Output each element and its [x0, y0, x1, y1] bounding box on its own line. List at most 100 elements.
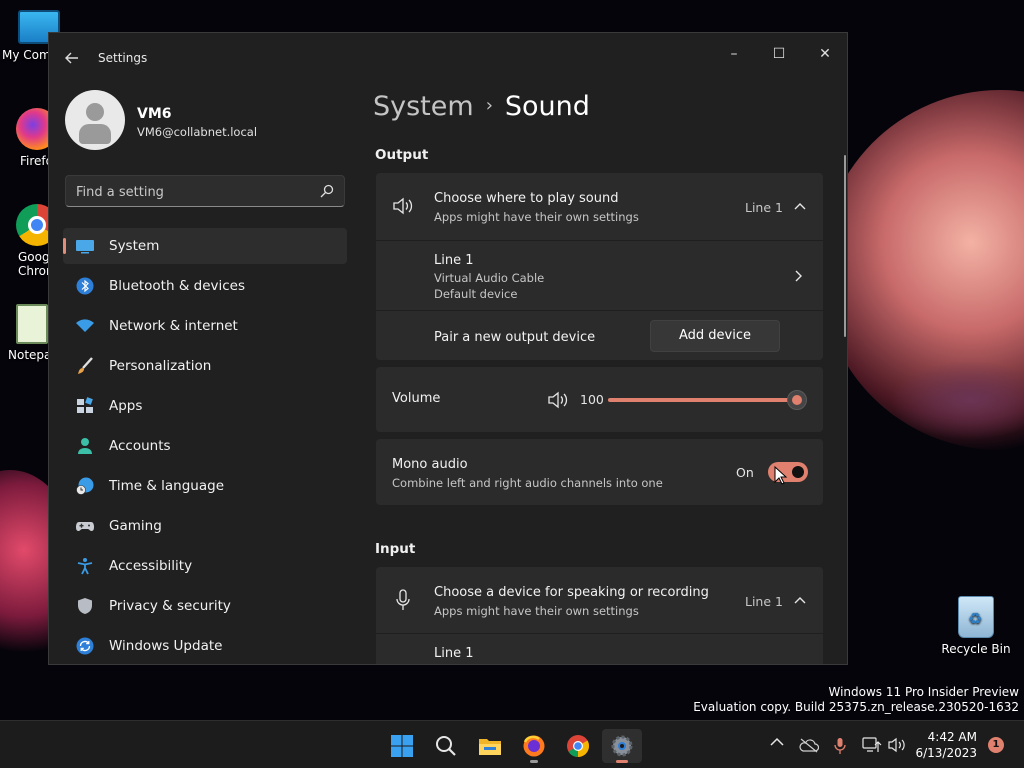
taskbar-file-explorer[interactable] [470, 729, 510, 763]
input-device-line1[interactable]: Line 1 [376, 634, 823, 664]
chevron-up-icon[interactable] [794, 202, 806, 210]
monitor-icon [76, 240, 94, 254]
mouse-cursor-icon [774, 466, 788, 485]
search-icon[interactable] [320, 184, 334, 198]
accessibility-icon [77, 558, 93, 575]
taskbar-firefox[interactable] [514, 729, 554, 763]
notification-badge[interactable]: 1 [988, 737, 1004, 753]
microphone-in-use-icon[interactable] [834, 737, 846, 755]
onedrive-offline-icon[interactable] [799, 737, 819, 753]
taskbar-search-button[interactable] [426, 729, 466, 763]
output-device-selector[interactable]: Choose where to play sound Apps might ha… [376, 173, 823, 240]
gear-icon [611, 735, 633, 757]
add-device-button[interactable]: Add device [650, 320, 780, 352]
volume-label: Volume [392, 391, 441, 406]
desktop-icon-recycle-bin[interactable]: ♻ Recycle Bin [940, 596, 1012, 656]
sidebar-item-label: Bluetooth & devices [109, 278, 246, 294]
running-indicator [530, 760, 538, 763]
sidebar-item-label: Accounts [109, 438, 171, 454]
toggle-knob [792, 466, 804, 478]
volume-value: 100 [580, 392, 604, 407]
input-section-title: Input [375, 541, 416, 557]
evaluation-watermark: Windows 11 Pro Insider Preview Evaluatio… [693, 685, 1019, 715]
chevron-right-icon: › [485, 95, 493, 116]
speaker-icon[interactable] [547, 391, 569, 409]
mono-audio-state: On [736, 465, 754, 480]
pair-output-label: Pair a new output device [434, 330, 596, 345]
maximize-icon: ☐ [772, 46, 786, 62]
sidebar-item-label: Time & language [109, 478, 225, 494]
input-device-selector[interactable]: Choose a device for speaking or recordin… [376, 567, 823, 633]
sidebar-item-label: Accessibility [109, 558, 193, 574]
sidebar-item-system[interactable]: System [63, 228, 347, 264]
wallpaper-bloom-shape [890, 360, 1024, 440]
start-button[interactable] [382, 729, 422, 763]
sidebar-item-label: Gaming [109, 518, 162, 534]
back-button[interactable] [61, 47, 83, 69]
active-indicator [616, 760, 628, 763]
taskbar-clock[interactable]: 4:42 AM 6/13/2023 [915, 729, 977, 761]
sidebar-item-label: Personalization [109, 358, 212, 374]
sidebar-item-personalization[interactable]: Personalization [63, 348, 347, 384]
clock-date: 6/13/2023 [915, 746, 977, 760]
maximize-button[interactable]: ☐ [756, 39, 802, 69]
volume-icon[interactable] [888, 737, 908, 753]
output-device-default: Default device [434, 287, 518, 301]
avatar-body-shape [79, 124, 111, 144]
input-choose-subtitle: Apps might have their own settings [434, 604, 639, 618]
watermark-line: Evaluation copy. Build 25375.zn_release.… [693, 700, 1019, 714]
firefox-icon [523, 735, 545, 757]
volume-card: Volume 100 [376, 367, 823, 432]
sidebar-item-label: Network & internet [109, 318, 238, 334]
notepad-icon [16, 304, 48, 344]
breadcrumb-parent[interactable]: System [373, 91, 474, 122]
breadcrumb: System › Sound [373, 91, 590, 122]
avatar[interactable] [65, 90, 125, 150]
sidebar-item-time-language[interactable]: Time & language [63, 468, 347, 504]
input-selected-device: Line 1 [745, 594, 783, 609]
mono-audio-subtitle: Combine left and right audio channels in… [392, 476, 663, 490]
sidebar-item-label: Privacy & security [109, 598, 231, 614]
minimize-button[interactable]: – [711, 39, 757, 69]
sidebar-item-privacy[interactable]: Privacy & security [63, 588, 347, 624]
network-icon[interactable] [862, 737, 882, 753]
minimize-icon: – [730, 46, 738, 62]
sidebar-item-network[interactable]: Network & internet [63, 308, 347, 344]
output-choose-title: Choose where to play sound [434, 191, 619, 206]
sidebar-item-accessibility[interactable]: Accessibility [63, 548, 347, 584]
input-device-name: Line 1 [434, 646, 474, 661]
sidebar-item-gaming[interactable]: Gaming [63, 508, 347, 544]
sidebar-item-windows-update[interactable]: Windows Update [63, 628, 347, 664]
window-title: Settings [98, 51, 148, 65]
sidebar-item-accounts[interactable]: Accounts [63, 428, 347, 464]
sidebar-item-label: System [109, 238, 160, 254]
microphone-icon [396, 589, 410, 610]
chrome-icon [567, 735, 589, 757]
content-scrollbar[interactable] [844, 155, 846, 337]
volume-slider-track[interactable] [608, 398, 794, 402]
chevron-up-icon[interactable] [770, 737, 784, 747]
chevron-up-icon[interactable] [794, 596, 806, 604]
search-input[interactable] [76, 183, 306, 201]
output-device-name: Line 1 [434, 253, 474, 268]
taskbar: 4:42 AM 6/13/2023 1 [0, 720, 1024, 768]
title-bar[interactable]: Settings – ☐ ✕ [49, 33, 847, 81]
taskbar-settings[interactable] [602, 729, 642, 763]
apps-icon [77, 397, 93, 413]
close-button[interactable]: ✕ [802, 39, 847, 69]
output-selected-device: Line 1 [745, 200, 783, 215]
output-device-line1[interactable]: Line 1 Virtual Audio Cable Default devic… [376, 241, 823, 310]
sidebar-item-apps[interactable]: Apps [63, 388, 347, 424]
avatar-head-shape [86, 103, 104, 121]
volume-slider-thumb[interactable] [787, 390, 807, 410]
search-icon [436, 736, 456, 756]
clock-time: 4:42 AM [927, 730, 977, 744]
sidebar-nav: System Bluetooth & devices Network & int… [63, 228, 347, 664]
search-box[interactable] [65, 175, 345, 207]
windows-logo-icon [391, 735, 413, 757]
taskbar-chrome[interactable] [558, 729, 598, 763]
sidebar-item-label: Apps [109, 398, 143, 414]
input-choose-title: Choose a device for speaking or recordin… [434, 585, 709, 600]
output-section-title: Output [375, 147, 429, 163]
sidebar-item-bluetooth[interactable]: Bluetooth & devices [63, 268, 347, 304]
